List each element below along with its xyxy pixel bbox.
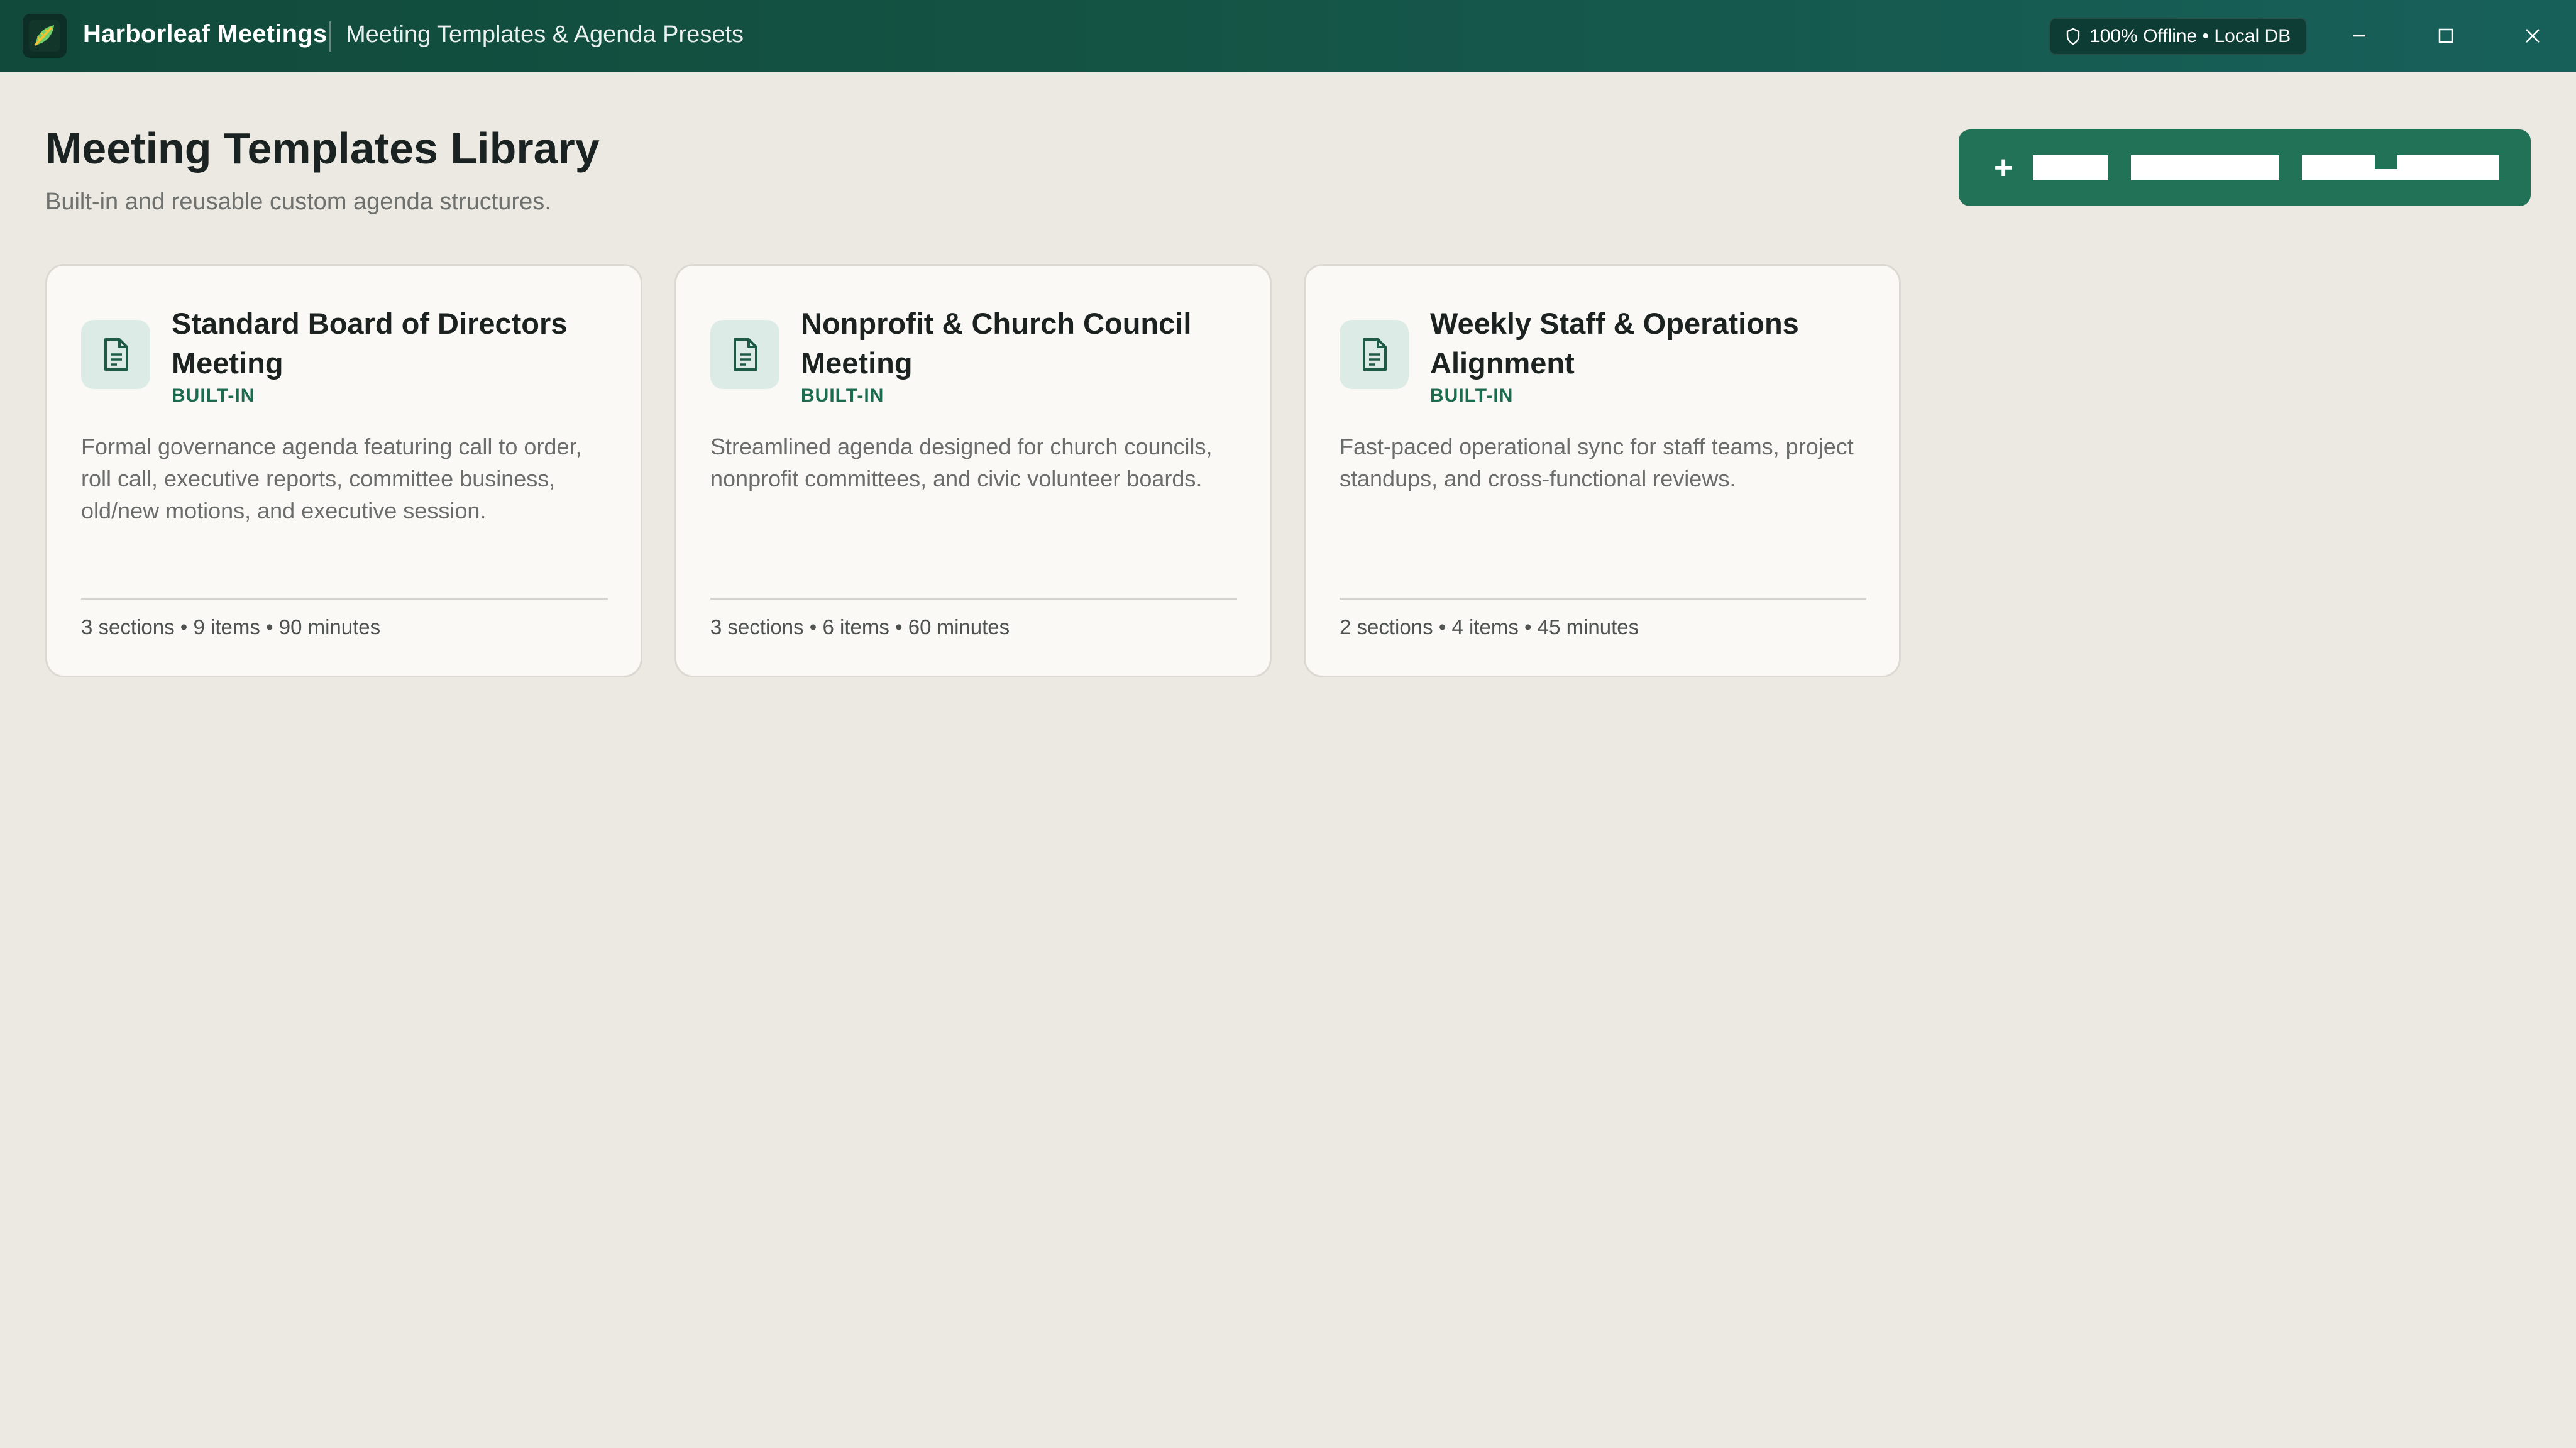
template-card[interactable]: Weekly Staff & Operations Alignment BUIL… (1304, 264, 1901, 677)
template-description: Fast-paced operational sync for staff te… (1340, 434, 1854, 491)
document-icon (81, 320, 150, 389)
minimize-icon (2353, 35, 2365, 37)
minimize-button[interactable] (2331, 14, 2387, 58)
plus-icon: + (1994, 150, 2013, 186)
title-separator (329, 21, 331, 52)
close-icon (2526, 29, 2540, 43)
card-divider (1340, 598, 1866, 600)
title-bar: Harborleaf Meetings Meeting Templates & … (0, 0, 2576, 72)
page-title: Meeting Templates Library (45, 124, 600, 173)
button-label-redacted (2033, 155, 2500, 180)
app-name: Harborleaf Meetings (83, 20, 328, 48)
template-title: Weekly Staff & Operations Alignment (1430, 307, 1799, 380)
offline-status-text: 100% Offline • Local DB (2089, 26, 2291, 47)
maximize-icon (2438, 28, 2453, 43)
template-title: Standard Board of Directors Meeting (172, 307, 568, 380)
close-button[interactable] (2504, 14, 2561, 58)
template-description: Formal governance agenda featuring call … (81, 434, 582, 524)
template-meta: 2 sections • 4 items • 45 minutes (1340, 615, 1639, 639)
template-card[interactable]: Standard Board of Directors Meeting BUIL… (45, 264, 642, 677)
window-title: Meeting Templates & Agenda Presets (346, 21, 744, 48)
built-in-badge: BUILT-IN (801, 385, 884, 406)
template-description: Streamlined agenda designed for church c… (710, 434, 1213, 491)
template-title: Nonprofit & Church Council Meeting (801, 307, 1192, 380)
app-logo (23, 14, 67, 58)
card-divider (81, 598, 608, 600)
template-meta: 3 sections • 6 items • 60 minutes (710, 615, 1010, 639)
built-in-badge: BUILT-IN (1430, 385, 1514, 406)
card-divider (710, 598, 1237, 600)
shield-icon (2066, 28, 2080, 45)
document-icon (710, 320, 779, 389)
document-icon (1340, 320, 1409, 389)
leaf-icon (29, 20, 60, 52)
maximize-button[interactable] (2418, 14, 2474, 58)
template-card[interactable]: Nonprofit & Church Council Meeting BUILT… (674, 264, 1272, 677)
offline-status-badge: 100% Offline • Local DB (2049, 18, 2307, 55)
new-template-button[interactable]: + (1959, 129, 2531, 206)
page-subtitle: Built-in and reusable custom agenda stru… (45, 189, 551, 215)
template-meta: 3 sections • 9 items • 90 minutes (81, 615, 381, 639)
built-in-badge: BUILT-IN (172, 385, 255, 406)
